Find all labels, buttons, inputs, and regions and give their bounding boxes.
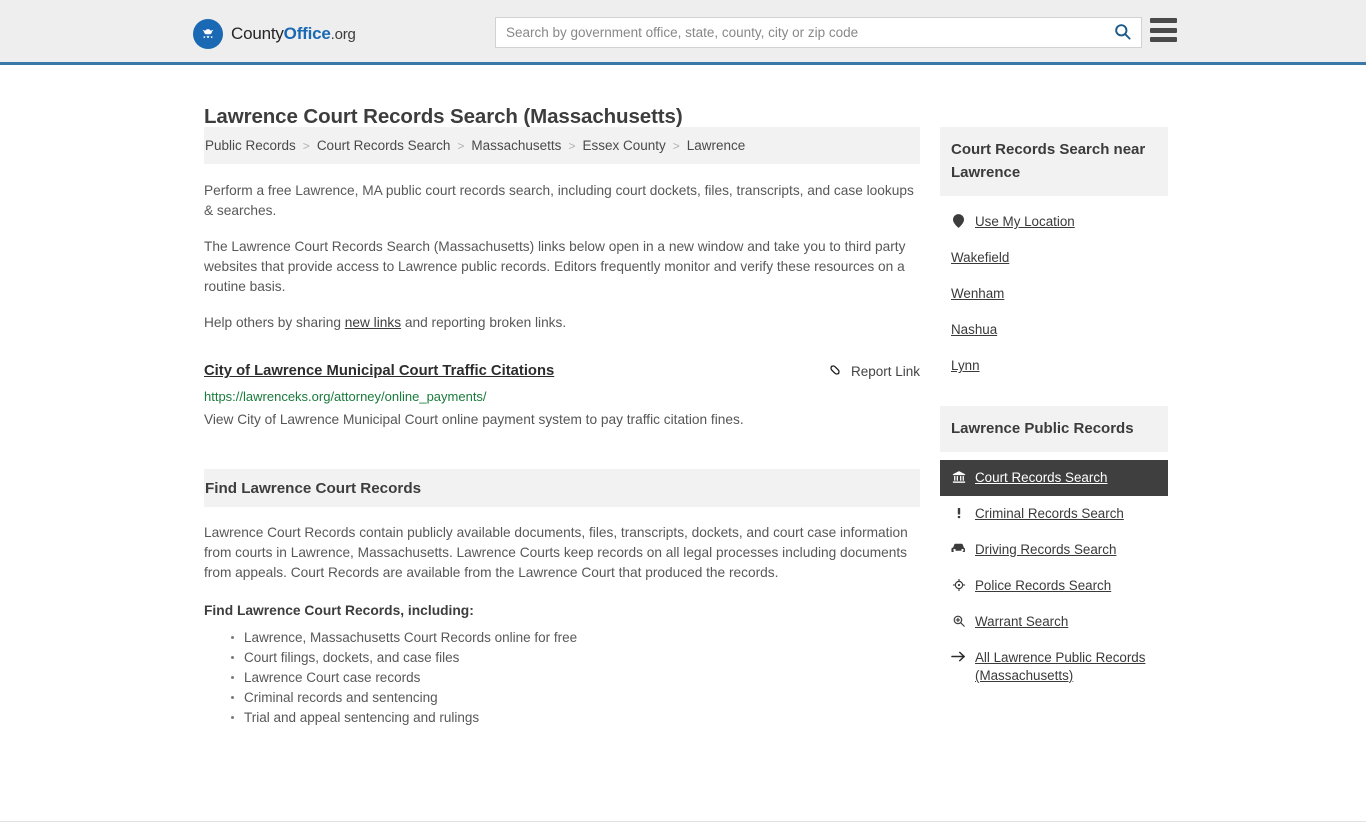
result-header-row: City of Lawrence Municipal Court Traffic…: [204, 361, 920, 381]
list-item: Criminal records and sentencing: [231, 688, 920, 708]
result-url: https://lawrenceks.org/attorney/online_p…: [204, 389, 487, 404]
sidebar-item-wenham[interactable]: Wenham: [940, 276, 1168, 312]
breadcrumb-item-public-records[interactable]: Public Records: [205, 138, 296, 153]
sidebar-item-court-records-search[interactable]: Court Records Search: [940, 460, 1168, 496]
intro-paragraph-3: Help others by sharing new links and rep…: [204, 313, 920, 333]
sidebar-item-use-my-location[interactable]: Use My Location: [940, 204, 1168, 240]
breadcrumb-item-lawrence[interactable]: Lawrence: [687, 138, 746, 153]
sidebar-link-use-my-location[interactable]: Use My Location: [975, 213, 1075, 231]
section-header: Find Lawrence Court Records: [204, 469, 920, 507]
breadcrumb-separator: >: [302, 138, 310, 153]
public-records-card: Lawrence Public Records Court Records Se…: [940, 406, 1168, 694]
list-item: Lawrence Court case records: [231, 668, 920, 688]
sidebar-item-driving-records-search[interactable]: Driving Records Search: [940, 532, 1168, 568]
sidebar-link-wakefield[interactable]: Wakefield: [951, 249, 1009, 267]
hamburger-bar: [1150, 37, 1177, 42]
intro-paragraph-1: Perform a free Lawrence, MA public court…: [204, 183, 914, 218]
sidebar-link-police-records-search[interactable]: Police Records Search: [975, 577, 1111, 595]
sidebar-link-lynn[interactable]: Lynn: [951, 357, 980, 375]
hamburger-bar: [1150, 18, 1177, 23]
main-content: Public Records > Court Records Search > …: [204, 127, 920, 728]
arrow-right-icon: [951, 649, 966, 663]
site-header: CountyOffice.org: [0, 0, 1366, 65]
sidebar-item-warrant-search[interactable]: Warrant Search: [940, 604, 1168, 640]
sidebar-item-police-records-search[interactable]: Police Records Search: [940, 568, 1168, 604]
sidebar-link-warrant-search[interactable]: Warrant Search: [975, 613, 1068, 631]
sidebar-item-criminal-records-search[interactable]: Criminal Records Search: [940, 496, 1168, 532]
nearby-card: Court Records Search near Lawrence Use M…: [940, 127, 1168, 384]
police-badge-icon: [951, 577, 966, 592]
sidebar-item-wakefield[interactable]: Wakefield: [940, 240, 1168, 276]
sidebar-link-criminal-records-search[interactable]: Criminal Records Search: [975, 505, 1124, 523]
section-body: Lawrence Court Records contain publicly …: [204, 525, 908, 580]
car-icon: [951, 541, 966, 555]
new-links-link[interactable]: new links: [345, 315, 401, 330]
list-item: Trial and appeal sentencing and rulings: [231, 708, 920, 728]
search-input[interactable]: [496, 18, 1103, 47]
hamburger-bar: [1150, 27, 1177, 33]
site-logo[interactable]: CountyOffice.org: [193, 19, 356, 49]
public-records-card-title: Lawrence Public Records: [951, 420, 1134, 437]
result-description: View City of Lawrence Municipal Court on…: [204, 412, 744, 427]
search-icon: [1113, 22, 1132, 44]
hamburger-menu-icon[interactable]: [1150, 18, 1177, 42]
result-item: City of Lawrence Municipal Court Traffic…: [204, 361, 920, 430]
result-title-link[interactable]: City of Lawrence Municipal Court Traffic…: [204, 361, 554, 381]
sidebar-item-lynn[interactable]: Lynn: [940, 348, 1168, 384]
sidebar-link-driving-records-search[interactable]: Driving Records Search: [975, 541, 1116, 559]
breadcrumb: Public Records > Court Records Search > …: [204, 127, 920, 164]
search-bar[interactable]: [495, 17, 1142, 48]
breadcrumb-item-essex-county[interactable]: Essex County: [582, 138, 665, 153]
sidebar-link-court-records-search[interactable]: Court Records Search: [975, 469, 1107, 487]
share-text-after: and reporting broken links.: [401, 315, 567, 330]
logo-text-org: .org: [330, 26, 356, 43]
exclamation-icon: [951, 505, 966, 520]
sidebar-item-nashua[interactable]: Nashua: [940, 312, 1168, 348]
sidebar-link-all-public-records[interactable]: All Lawrence Public Records (Massachuset…: [975, 649, 1157, 685]
share-text-before: Help others by sharing: [204, 315, 345, 330]
section-list: Lawrence, Massachusetts Court Records on…: [204, 628, 920, 728]
sidebar-link-nashua[interactable]: Nashua: [951, 321, 997, 339]
logo-text-office: Office: [283, 24, 331, 43]
sidebar-item-all-public-records[interactable]: All Lawrence Public Records (Massachuset…: [940, 640, 1168, 694]
courthouse-icon: [951, 469, 966, 484]
nearby-card-title: Court Records Search near Lawrence: [951, 141, 1146, 181]
logo-text-county: County: [231, 24, 284, 43]
nearby-card-header: Court Records Search near Lawrence: [940, 127, 1168, 196]
breadcrumb-item-massachusetts[interactable]: Massachusetts: [471, 138, 561, 153]
section-heading: Find Lawrence Court Records: [205, 479, 422, 497]
sidebar: Court Records Search near Lawrence Use M…: [940, 127, 1168, 716]
section-list-heading: Find Lawrence Court Records, including:: [204, 603, 474, 618]
sidebar-link-wenham[interactable]: Wenham: [951, 285, 1004, 303]
logo-text: CountyOffice.org: [231, 24, 356, 44]
search-button[interactable]: [1103, 18, 1141, 47]
page-title: Lawrence Court Records Search (Massachus…: [204, 104, 683, 128]
intro-paragraph-2: The Lawrence Court Records Search (Massa…: [204, 239, 906, 294]
breadcrumb-item-court-records-search[interactable]: Court Records Search: [317, 138, 451, 153]
report-link-button[interactable]: Report Link: [827, 361, 920, 381]
list-item: Lawrence, Massachusetts Court Records on…: [231, 628, 920, 648]
breadcrumb-separator: >: [672, 138, 680, 153]
public-records-card-header: Lawrence Public Records: [940, 406, 1168, 452]
list-item: Court filings, dockets, and case files: [231, 648, 920, 668]
breadcrumb-separator: >: [568, 138, 576, 153]
magnifier-plus-icon: [951, 613, 966, 628]
breadcrumb-separator: >: [457, 138, 465, 153]
eagle-badge-icon: [193, 19, 223, 49]
broken-link-icon: [827, 362, 843, 381]
map-pin-icon: [951, 213, 966, 228]
public-records-card-body: Court Records Search Criminal Records Se…: [940, 452, 1168, 694]
report-link-label: Report Link: [850, 364, 920, 379]
nearby-card-body: Use My Location Wakefield Wenham Nashua …: [940, 196, 1168, 384]
